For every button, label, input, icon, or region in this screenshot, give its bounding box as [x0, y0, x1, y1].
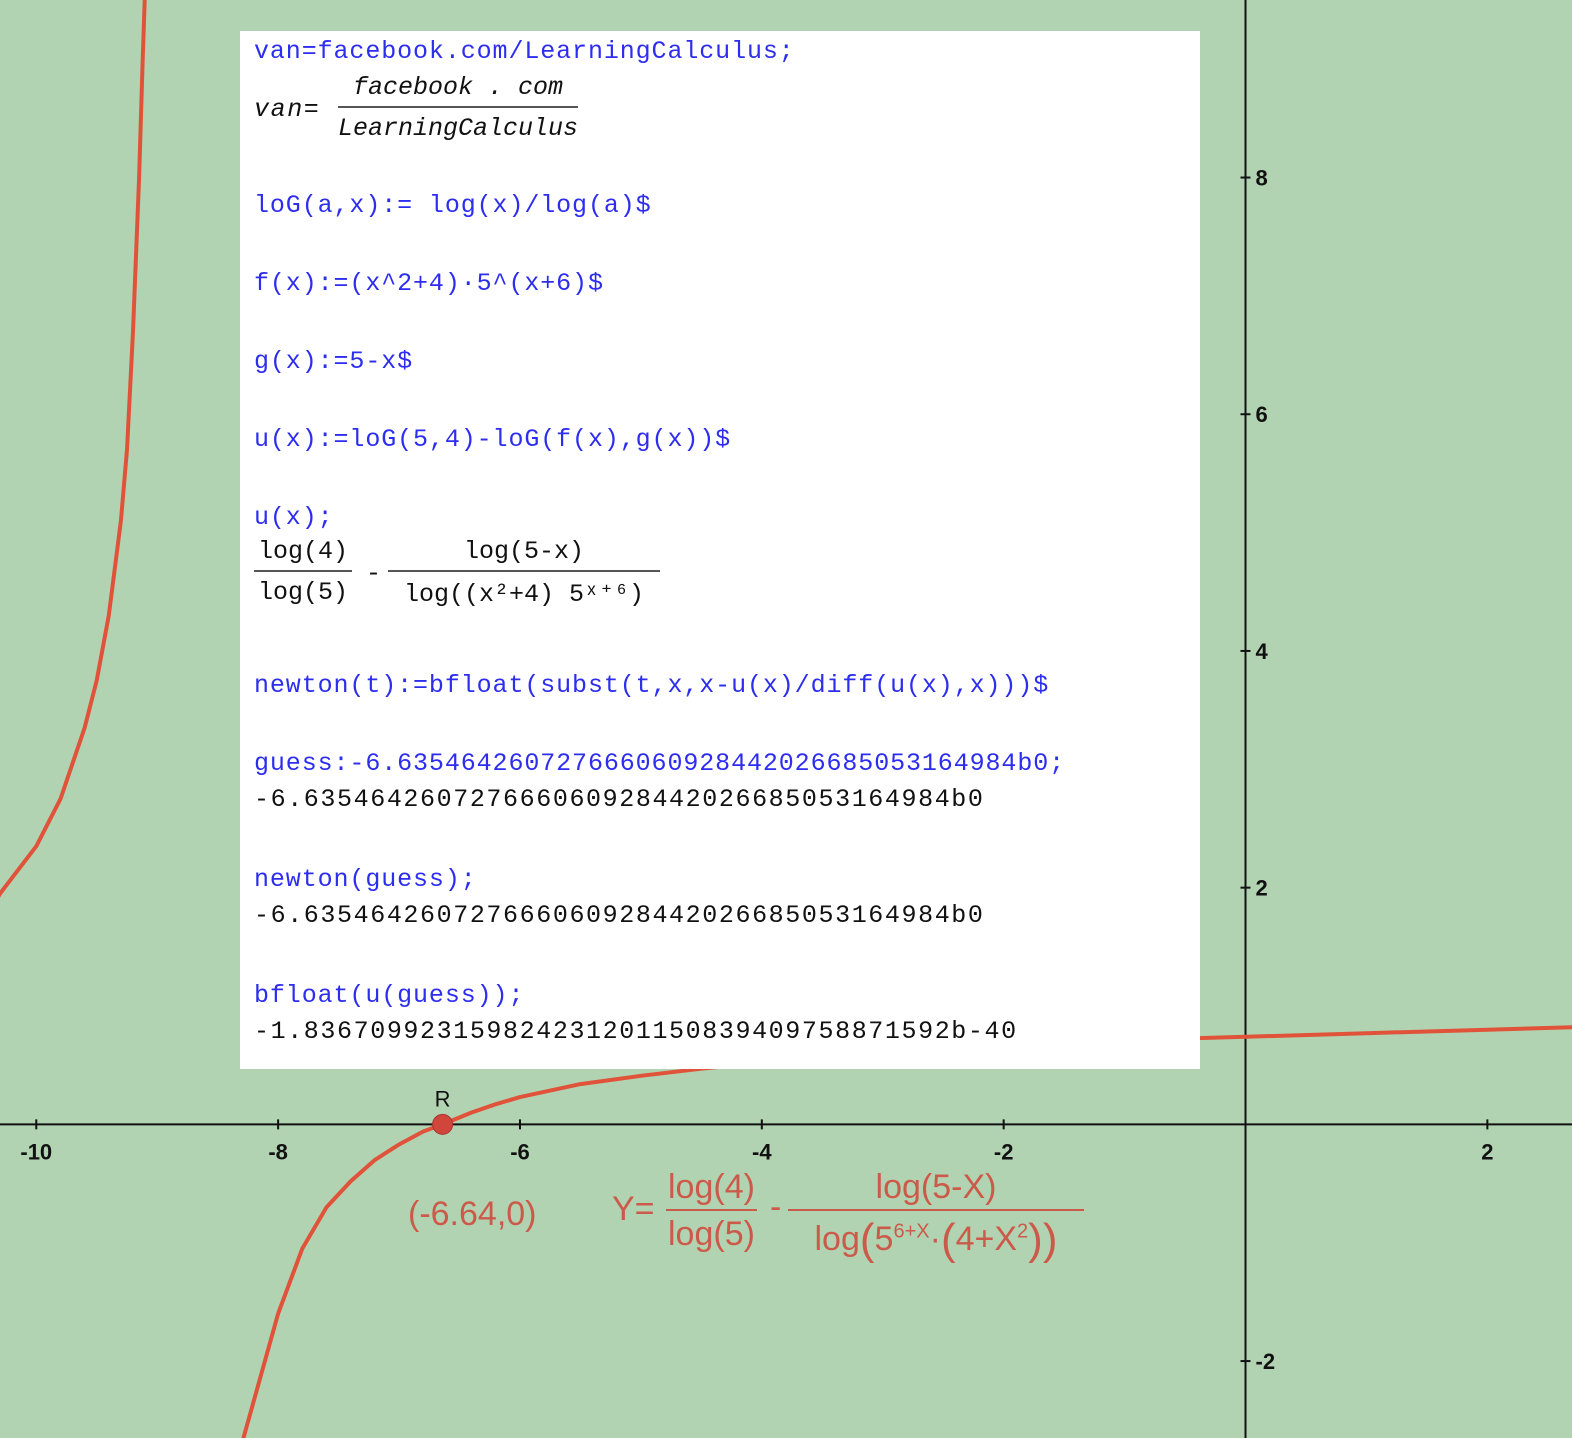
y-tick-label: -2	[1256, 1349, 1276, 1374]
y-tick-label: 8	[1256, 166, 1268, 191]
output-1-den: LearningCalculus	[338, 114, 579, 143]
y-tick-label: 2	[1256, 876, 1268, 901]
output-8: -6.6354642607276660609284420266850531649…	[254, 785, 985, 814]
formula-den-paren-open: (	[859, 1215, 875, 1264]
output-6-f1-num: log(4)	[254, 537, 353, 572]
formula-fraction-1: log(4) log(5)	[666, 1168, 757, 1254]
input-line-3[interactable]: f(x):=(x^2+4)·5^(x+6)$	[254, 269, 604, 298]
point-r	[432, 1113, 454, 1135]
output-6-f1-den: log(5)	[258, 578, 349, 607]
input-line-6[interactable]: u(x);	[254, 503, 334, 532]
formula-fraction-2: log(5-X) log(56+X·(4+X2))	[788, 1168, 1084, 1265]
point-layer: R	[432, 1086, 454, 1135]
formula-den-paren-close: )	[1042, 1215, 1058, 1264]
formula-den-exp: 6+X	[893, 1220, 930, 1243]
formula-den-inner-exp: 2	[1017, 1220, 1029, 1243]
input-line-4[interactable]: g(x):=5-x$	[254, 347, 413, 376]
input-line-8[interactable]: guess:-6.6354642607276660609284420266850…	[254, 749, 1065, 778]
output-1-num: facebook . com	[338, 73, 579, 108]
formula-lhs: Y=	[612, 1190, 655, 1228]
y-tick-label: 6	[1256, 402, 1268, 427]
formula-den-inner: 4+X	[955, 1220, 1018, 1258]
formula-den-inner-open: (	[940, 1215, 956, 1264]
output-1-lhs: van=	[254, 95, 321, 124]
input-line-5[interactable]: u(x):=loG(5,4)-loG(f(x),g(x))$	[254, 425, 731, 454]
formula-den-inner-close: )	[1028, 1215, 1043, 1264]
formula-frac2-num: log(5-X)	[788, 1168, 1084, 1211]
output-6-fraction-2: log(5-x) log((x²+4) 5ˣ⁺⁶)	[388, 537, 660, 609]
x-tick-label: -2	[994, 1139, 1014, 1164]
input-line-7[interactable]: newton(t):=bfloat(subst(t,x,x-u(x)/diff(…	[254, 671, 1049, 700]
maxima-console-panel: van=facebook.com/LearningCalculus; van= …	[240, 31, 1200, 1069]
point-coordinate-label: (-6.64,0)	[408, 1195, 537, 1233]
output-6-f2-num: log(5-x)	[388, 537, 660, 572]
formula-frac1-den: log(5)	[668, 1215, 755, 1253]
output-10: -1.8367099231598242312011508394097588715…	[254, 1017, 1018, 1046]
x-tick-label: -4	[752, 1139, 772, 1164]
x-tick-label: -8	[268, 1139, 288, 1164]
input-line-10[interactable]: bfloat(u(guess));	[254, 981, 524, 1010]
output-9: -6.6354642607276660609284420266850531649…	[254, 901, 985, 930]
formula-frac2-den: log(56+X·(4+X2))	[788, 1211, 1084, 1265]
input-line-1[interactable]: van=facebook.com/LearningCalculus;	[254, 37, 795, 66]
output-6-fraction-1: log(4) log(5)	[254, 537, 353, 607]
output-6-f2-den: log((x²+4) 5ˣ⁺⁶)	[403, 580, 645, 609]
y-tick-label: 4	[1256, 639, 1269, 664]
curve-branch-left	[0, 0, 147, 898]
x-tick-label: 2	[1481, 1139, 1493, 1164]
output-6-minus: -	[366, 559, 383, 588]
formula-den-base: 5	[874, 1220, 894, 1258]
x-tick-label: -10	[20, 1139, 52, 1164]
output-1-fraction: facebook . com LearningCalculus	[338, 73, 579, 143]
formula-minus: -	[770, 1188, 782, 1226]
formula-den-log: log	[814, 1220, 860, 1258]
input-line-2[interactable]: loG(a,x):= log(x)/log(a)$	[254, 191, 652, 220]
point-r-label: R	[435, 1086, 451, 1111]
formula-den-dot: ·	[929, 1220, 941, 1258]
input-line-9[interactable]: newton(guess);	[254, 865, 477, 894]
formula-frac1-num: log(4)	[666, 1168, 757, 1211]
x-tick-label: -6	[510, 1139, 530, 1164]
